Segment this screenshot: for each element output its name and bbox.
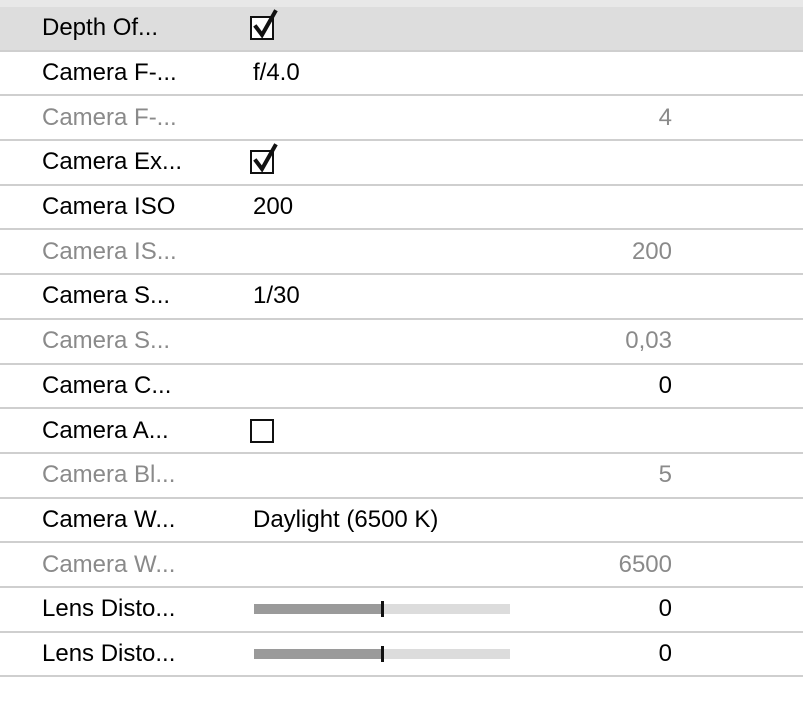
slider-knob[interactable]	[381, 645, 384, 662]
property-row[interactable]: Camera IS... 200	[0, 230, 803, 276]
properties-panel: Depth Of... Camera F-... f/4.0 Camera F-...…	[0, 0, 803, 727]
property-row[interactable]: Depth Of...	[0, 7, 803, 52]
property-number-value: 0,03	[625, 327, 672, 355]
property-number-value: 5	[658, 461, 672, 489]
property-row[interactable]: Camera C... 0	[0, 364, 803, 410]
property-label: Camera ISO	[42, 193, 176, 221]
property-row[interactable]: Lens Disto... 0	[0, 587, 803, 633]
property-row[interactable]: Camera W... 6500	[0, 543, 803, 588]
property-number-value[interactable]: 0	[659, 365, 672, 408]
property-number-value: 200	[631, 237, 672, 265]
checkmark-icon	[253, 9, 278, 39]
property-row[interactable]: Camera ISO 200	[0, 185, 803, 231]
property-label: Depth Of...	[42, 14, 159, 42]
property-value[interactable]: Daylight (6500 K)	[253, 499, 438, 542]
property-label: Lens Disto...	[42, 639, 176, 667]
property-value[interactable]: 1/30	[253, 275, 300, 318]
property-label: Camera IS...	[42, 237, 177, 265]
checkmark-icon	[253, 143, 278, 174]
property-row[interactable]: Lens Disto... 0	[0, 632, 803, 678]
property-label: Camera S...	[42, 282, 171, 310]
property-slider[interactable]	[254, 645, 510, 662]
property-label: Camera W...	[42, 550, 176, 578]
property-row[interactable]: Camera A...	[0, 409, 803, 454]
property-label: Camera W...	[42, 505, 176, 533]
property-label: Camera S...	[42, 327, 171, 355]
property-label: Camera F-...	[42, 59, 177, 87]
property-label: Lens Disto...	[42, 595, 176, 623]
property-value[interactable]: 200	[253, 186, 293, 229]
property-row[interactable]: Camera S... 1/30	[0, 275, 803, 320]
panel-top-strip	[0, 0, 803, 7]
property-label: Camera C...	[42, 371, 172, 399]
slider-fill	[254, 604, 382, 615]
property-label: Camera A...	[42, 416, 169, 444]
property-checkbox[interactable]	[250, 418, 274, 443]
slider-knob[interactable]	[381, 601, 384, 618]
property-label: Camera Bl...	[42, 461, 176, 489]
property-row[interactable]: Camera S... 0,03	[0, 319, 803, 365]
property-label: Camera F-...	[42, 103, 177, 131]
property-checkbox[interactable]	[250, 143, 278, 175]
property-value[interactable]: f/4.0	[253, 52, 300, 95]
property-row[interactable]: Camera Bl... 5	[0, 453, 803, 499]
property-checkbox[interactable]	[250, 9, 278, 41]
property-number-value[interactable]: 0	[659, 633, 672, 676]
property-row[interactable]: Camera F-... f/4.0	[0, 51, 803, 97]
property-number-value[interactable]: 0	[659, 588, 672, 631]
property-slider[interactable]	[254, 601, 510, 618]
property-row[interactable]: Camera F-... 4	[0, 96, 803, 142]
property-row[interactable]: Camera Ex...	[0, 141, 803, 186]
property-number-value: 6500	[618, 550, 672, 578]
property-number-value: 4	[658, 103, 672, 131]
property-label: Camera Ex...	[42, 148, 183, 176]
property-row[interactable]: Camera W... Daylight (6500 K)	[0, 498, 803, 544]
slider-fill	[254, 648, 382, 659]
properties-list: Depth Of... Camera F-... f/4.0 Camera F-...…	[0, 7, 803, 678]
